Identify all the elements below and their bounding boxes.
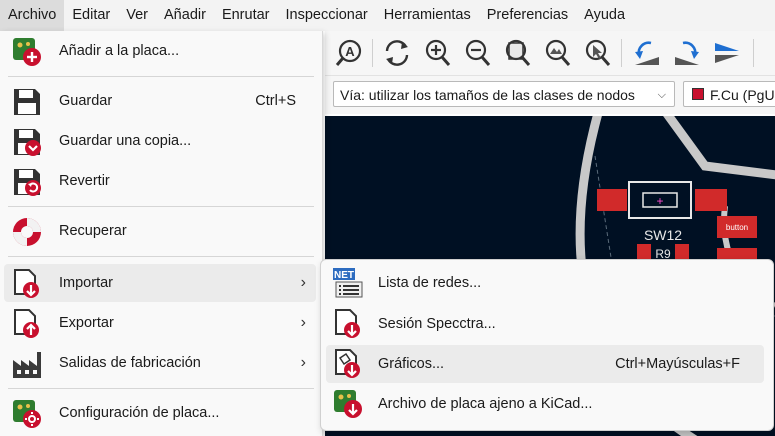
- revert-icon: [14, 169, 41, 196]
- svg-text:A: A: [345, 44, 355, 59]
- submenu-item-label: Lista de redes...: [378, 275, 482, 291]
- anchor-marker: +: [656, 194, 663, 208]
- menu-item-label: Revertir: [59, 173, 110, 189]
- refresh-icon[interactable]: [381, 37, 413, 69]
- menu-preferencias[interactable]: Preferencias: [479, 0, 576, 31]
- menu-item-label: Exportar: [59, 315, 114, 331]
- menu-item-add-to-board[interactable]: Añadir a la placa...: [4, 32, 316, 70]
- submenu-item-label: Sesión Specctra...: [378, 316, 496, 332]
- find-icon[interactable]: A: [333, 37, 365, 69]
- graphics-import-icon: [335, 349, 360, 378]
- menu-anadir[interactable]: Añadir: [156, 0, 214, 31]
- menu-item-rescue[interactable]: Recuperar: [4, 212, 316, 250]
- toolbar-separator: [753, 39, 754, 67]
- rotate-cw-icon[interactable]: [671, 37, 703, 69]
- zoom-selection-icon[interactable]: [581, 37, 613, 69]
- netlist-badge: NET: [334, 270, 354, 281]
- board-outline: [663, 116, 775, 180]
- menu-item-save-copy[interactable]: Guardar una copia...: [4, 122, 316, 160]
- menu-item-board-setup[interactable]: Configuración de placa...: [4, 394, 316, 432]
- menu-editar[interactable]: Editar: [64, 0, 118, 31]
- menu-archivo[interactable]: Archivo: [0, 0, 65, 31]
- menu-ayuda[interactable]: Ayuda: [576, 0, 633, 31]
- chevron-right-icon: ›: [300, 354, 306, 371]
- mirror-icon[interactable]: [711, 37, 743, 69]
- export-icon: [14, 309, 39, 338]
- menu-bar: Archivo Editar Ver Añadir Enrutar Inspec…: [0, 0, 775, 31]
- ref-sw12: SW12: [644, 227, 682, 243]
- menu-item-label: Guardar: [59, 93, 113, 109]
- menu-separator: [8, 388, 314, 389]
- zoom-fit-icon[interactable]: [501, 37, 533, 69]
- rescue-icon: [13, 218, 41, 246]
- submenu-item-label: Archivo de placa ajeno a KiCad...: [378, 396, 593, 412]
- chevron-right-icon: ›: [300, 314, 306, 331]
- submenu-item-non-kicad-board[interactable]: Archivo de placa ajeno a KiCad...: [326, 385, 764, 423]
- via-size-combo[interactable]: Vía: utilizar los tamaños de las clases …: [333, 81, 675, 107]
- pad-label-button: button: [726, 223, 748, 232]
- submenu-item-netlist[interactable]: NET Lista de redes...: [326, 264, 764, 302]
- menu-item-revert[interactable]: Revertir: [4, 162, 316, 200]
- zoom-objects-icon[interactable]: [541, 37, 573, 69]
- submenu-item-graphics[interactable]: Gráficos... Ctrl+Mayúsculas+F: [326, 345, 764, 383]
- chevron-right-icon: ›: [300, 274, 306, 291]
- zoom-out-icon[interactable]: [461, 37, 493, 69]
- submenu-item-label: Gráficos...: [378, 356, 445, 372]
- zoom-in-icon[interactable]: [421, 37, 453, 69]
- layer-combo[interactable]: F.Cu (PgU: [683, 81, 775, 107]
- via-size-value: Vía: utilizar los tamaños de las clases …: [340, 87, 635, 103]
- save-copy-icon: [14, 129, 41, 156]
- toolbar-separator: [621, 39, 622, 67]
- non-kicad-board-icon: [334, 390, 362, 418]
- menu-item-label: Recuperar: [59, 223, 127, 239]
- pad: [695, 189, 727, 211]
- menu-item-label: Importar: [59, 275, 113, 291]
- menu-separator: [8, 76, 314, 77]
- menu-item-label: Guardar una copia...: [59, 133, 192, 149]
- menu-enrutar[interactable]: Enrutar: [214, 0, 278, 31]
- menu-item-import[interactable]: Importar ›: [4, 264, 316, 302]
- rotate-ccw-icon[interactable]: [631, 37, 663, 69]
- factory-icon: [13, 352, 41, 378]
- menu-item-shortcut: Ctrl+S: [255, 93, 296, 109]
- submenu-item-shortcut: Ctrl+Mayúsculas+F: [615, 356, 740, 372]
- import-icon: [14, 269, 39, 298]
- submenu-item-specctra-session[interactable]: Sesión Specctra...: [326, 305, 764, 343]
- menu-herramientas[interactable]: Herramientas: [376, 0, 479, 31]
- layer-color-swatch: [692, 88, 704, 100]
- menu-item-export[interactable]: Exportar ›: [4, 304, 316, 342]
- menu-item-save[interactable]: Guardar Ctrl+S: [4, 82, 316, 120]
- secondary-toolbar: Vía: utilizar los tamaños de las clases …: [325, 76, 775, 114]
- board-setup-icon: [13, 400, 41, 428]
- main-toolbar: A: [325, 31, 775, 76]
- menu-item-label: Configuración de placa...: [59, 405, 220, 421]
- chevron-down-icon: ⌵: [657, 89, 666, 101]
- toolbar-separator: [372, 39, 373, 67]
- file-menu: Añadir a la placa... Guardar Ctrl+S Guar…: [0, 31, 323, 436]
- netlist-icon: NET: [333, 268, 363, 298]
- menu-inspeccionar[interactable]: Inspeccionar: [278, 0, 376, 31]
- import-submenu: NET Lista de redes... Sesión Specctra...: [320, 259, 774, 431]
- board-add-icon: [13, 38, 41, 66]
- menu-item-fabrication-outputs[interactable]: Salidas de fabricación ›: [4, 344, 316, 382]
- save-icon: [14, 89, 40, 115]
- menu-separator: [8, 206, 314, 207]
- layer-value: F.Cu (PgU: [710, 87, 775, 103]
- pad: [597, 189, 627, 211]
- specctra-import-icon: [335, 309, 360, 338]
- menu-separator: [8, 256, 314, 257]
- menu-item-label: Añadir a la placa...: [59, 43, 180, 59]
- menu-item-label: Salidas de fabricación: [59, 355, 201, 371]
- menu-ver[interactable]: Ver: [118, 0, 156, 31]
